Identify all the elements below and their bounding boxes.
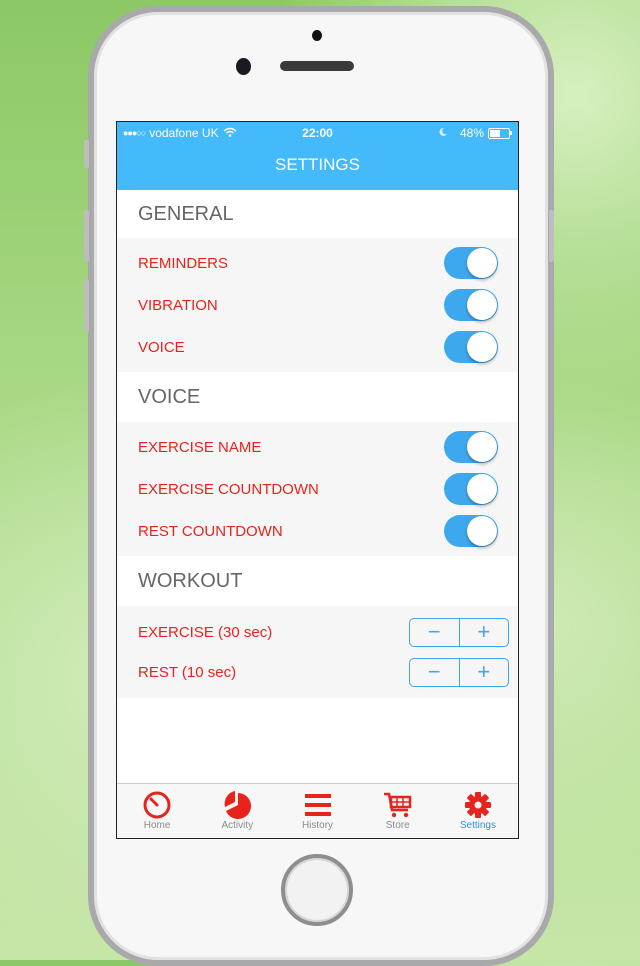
exercise-countdown-toggle[interactable] — [444, 473, 498, 505]
vibration-toggle[interactable] — [444, 289, 498, 321]
rest-countdown-toggle[interactable] — [444, 515, 498, 547]
setting-label: EXERCISE NAME — [138, 438, 262, 456]
pie-chart-icon — [221, 790, 253, 820]
volume-up-button — [84, 210, 89, 262]
do-not-disturb-icon — [438, 126, 448, 140]
setting-label: REMINDERS — [138, 254, 229, 272]
exercise-duration-stepper: − + — [409, 617, 509, 647]
tab-label: Activity — [221, 820, 254, 831]
tab-label: History — [301, 820, 334, 831]
setting-label: EXERCISE (30 sec) — [138, 623, 273, 641]
increase-button[interactable]: + — [458, 658, 509, 686]
tab-label: Store — [385, 820, 410, 831]
general-group: REMINDERS VIBRATION VOICE — [117, 238, 518, 372]
cart-icon — [382, 790, 414, 820]
stopwatch-icon — [141, 790, 173, 820]
tab-bar: Home Activity History Store Settings — [117, 783, 518, 838]
battery-percent: 48% — [459, 126, 484, 140]
decrease-button[interactable]: − — [410, 659, 459, 686]
gear-icon — [462, 790, 494, 820]
decrease-button[interactable]: − — [410, 619, 459, 646]
voice-group: EXERCISE NAME EXERCISE COUNTDOWN REST CO… — [117, 422, 518, 556]
section-header-general: GENERAL — [117, 190, 518, 238]
setting-row-exercise-name: EXERCISE NAME — [117, 426, 518, 468]
setting-label: EXERCISE COUNTDOWN — [138, 480, 319, 498]
setting-row-rest-duration: REST (10 sec) − + — [117, 652, 518, 692]
page-title: SETTINGS — [274, 155, 360, 174]
battery-icon — [488, 127, 512, 139]
list-icon — [302, 790, 334, 820]
workout-group: EXERCISE (30 sec) − + REST (10 sec) − + — [117, 606, 518, 698]
voice-toggle[interactable] — [444, 331, 498, 363]
tab-label: Settings — [459, 820, 496, 831]
exercise-name-toggle[interactable] — [444, 431, 498, 463]
tab-label: Home — [143, 820, 171, 831]
setting-row-rest-countdown: REST COUNTDOWN — [117, 510, 518, 552]
proximity-sensor — [312, 30, 322, 41]
mute-switch — [84, 140, 89, 168]
tab-settings[interactable]: Settings — [438, 784, 518, 838]
home-button[interactable] — [281, 854, 353, 926]
setting-label: VIBRATION — [138, 296, 218, 314]
earpiece-speaker — [280, 61, 354, 71]
front-camera — [236, 58, 251, 75]
power-button — [549, 210, 554, 262]
section-header-workout: WORKOUT — [117, 556, 518, 606]
setting-row-exercise-duration: EXERCISE (30 sec) − + — [117, 612, 518, 652]
rest-duration-stepper: − + — [409, 657, 509, 687]
setting-row-reminders: REMINDERS — [117, 242, 518, 284]
tab-store[interactable]: Store — [358, 784, 438, 838]
setting-label: REST COUNTDOWN — [138, 522, 283, 540]
setting-row-vibration: VIBRATION — [117, 284, 518, 326]
tab-history[interactable]: History — [277, 784, 357, 838]
screen: ●●●○○ vodafone UK 22:00 48% SETTINGS GEN… — [116, 121, 519, 839]
status-bar: ●●●○○ vodafone UK 22:00 48% — [117, 122, 518, 144]
tab-home[interactable]: Home — [117, 784, 197, 838]
section-header-voice: VOICE — [117, 372, 518, 422]
setting-row-voice: VOICE — [117, 326, 518, 368]
setting-label: VOICE — [138, 338, 185, 356]
tab-activity[interactable]: Activity — [197, 784, 277, 838]
reminders-toggle[interactable] — [444, 247, 498, 279]
volume-down-button — [84, 280, 89, 332]
increase-button[interactable]: + — [458, 618, 509, 646]
nav-bar: SETTINGS — [117, 144, 518, 190]
setting-label: REST (10 sec) — [138, 663, 237, 681]
setting-row-exercise-countdown: EXERCISE COUNTDOWN — [117, 468, 518, 510]
